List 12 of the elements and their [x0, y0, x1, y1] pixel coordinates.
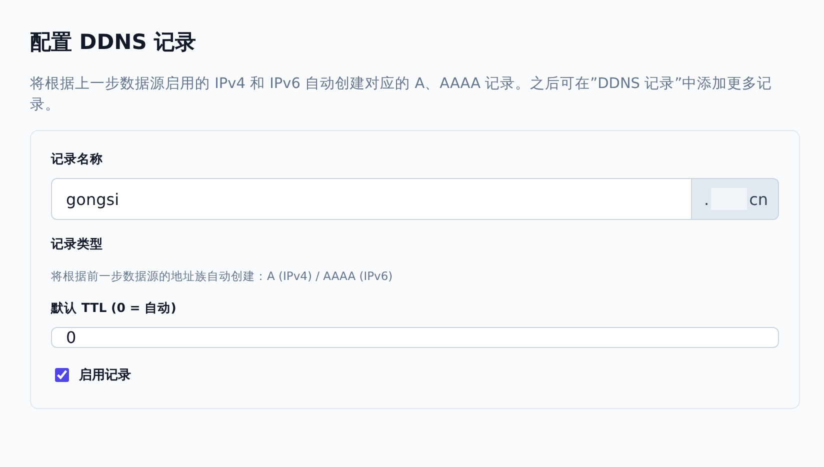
- enable-label: 启用记录: [79, 366, 131, 384]
- description-text: 将根据上一步数据源启用的 IPv4 和 IPv6 自动创建对应的 A、AAAA 记录。之后可在”DDNS 记录”中添加更多记录。: [30, 74, 774, 115]
- record-type-hint: 将根据前一步数据源的地址族自动创建：A (IPv4) / AAAA (IPv6): [51, 269, 394, 284]
- record-name-label: 记录名称: [51, 151, 104, 168]
- record-type-label: 记录类型: [51, 236, 104, 253]
- page-title: 配置 DDNS 记录: [30, 29, 198, 56]
- record-name-field[interactable]: gongsi: [51, 178, 692, 220]
- ttl-field[interactable]: 0: [51, 327, 779, 348]
- enable-checkbox[interactable]: [55, 368, 69, 382]
- suffix-dot: .: [704, 190, 710, 208]
- ttl-label: 默认 TTL (0 = 自动): [51, 300, 178, 317]
- suffix-tld: cn: [749, 190, 768, 208]
